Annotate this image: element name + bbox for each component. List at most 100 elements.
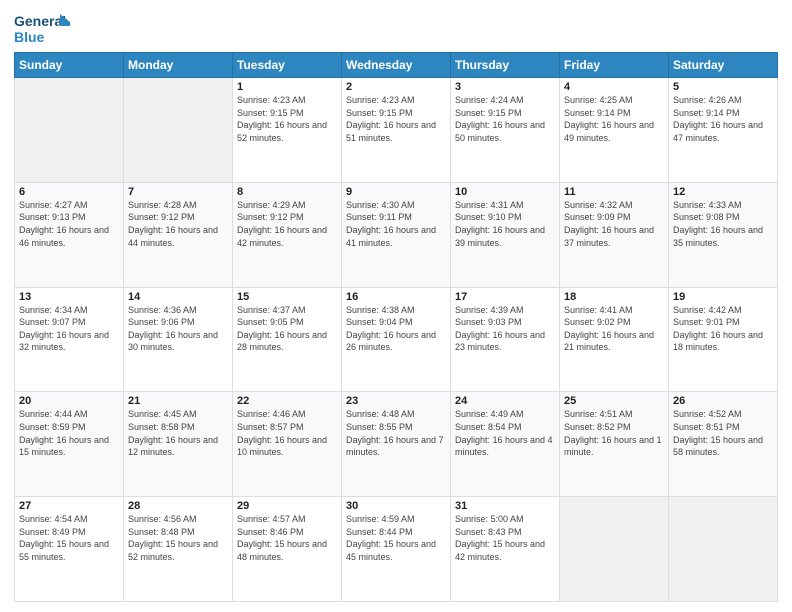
logo: GeneralBlue [14, 10, 72, 46]
day-number: 3 [455, 81, 555, 93]
day-info: Sunrise: 4:23 AM Sunset: 9:15 PM Dayligh… [346, 94, 446, 144]
calendar-cell: 27Sunrise: 4:54 AM Sunset: 8:49 PM Dayli… [15, 497, 124, 602]
weekday-header: Saturday [669, 53, 778, 78]
day-info: Sunrise: 4:41 AM Sunset: 9:02 PM Dayligh… [564, 304, 664, 354]
day-number: 16 [346, 291, 446, 303]
calendar-cell: 15Sunrise: 4:37 AM Sunset: 9:05 PM Dayli… [233, 287, 342, 392]
day-info: Sunrise: 4:27 AM Sunset: 9:13 PM Dayligh… [19, 199, 119, 249]
day-number: 22 [237, 395, 337, 407]
calendar-cell: 21Sunrise: 4:45 AM Sunset: 8:58 PM Dayli… [124, 392, 233, 497]
day-info: Sunrise: 4:24 AM Sunset: 9:15 PM Dayligh… [455, 94, 555, 144]
calendar-cell [124, 78, 233, 183]
day-number: 13 [19, 291, 119, 303]
svg-text:General: General [14, 13, 66, 29]
calendar-cell: 18Sunrise: 4:41 AM Sunset: 9:02 PM Dayli… [560, 287, 669, 392]
day-number: 11 [564, 186, 664, 198]
day-info: Sunrise: 4:28 AM Sunset: 9:12 PM Dayligh… [128, 199, 228, 249]
day-info: Sunrise: 4:25 AM Sunset: 9:14 PM Dayligh… [564, 94, 664, 144]
day-info: Sunrise: 4:38 AM Sunset: 9:04 PM Dayligh… [346, 304, 446, 354]
day-number: 12 [673, 186, 773, 198]
page-header: GeneralBlue [14, 10, 778, 46]
day-info: Sunrise: 4:52 AM Sunset: 8:51 PM Dayligh… [673, 408, 773, 458]
calendar-cell: 16Sunrise: 4:38 AM Sunset: 9:04 PM Dayli… [342, 287, 451, 392]
weekday-header: Friday [560, 53, 669, 78]
day-info: Sunrise: 5:00 AM Sunset: 8:43 PM Dayligh… [455, 513, 555, 563]
calendar-cell: 17Sunrise: 4:39 AM Sunset: 9:03 PM Dayli… [451, 287, 560, 392]
calendar-cell: 11Sunrise: 4:32 AM Sunset: 9:09 PM Dayli… [560, 182, 669, 287]
calendar-cell: 13Sunrise: 4:34 AM Sunset: 9:07 PM Dayli… [15, 287, 124, 392]
weekday-header: Thursday [451, 53, 560, 78]
calendar-cell: 30Sunrise: 4:59 AM Sunset: 8:44 PM Dayli… [342, 497, 451, 602]
day-number: 29 [237, 500, 337, 512]
calendar-cell: 9Sunrise: 4:30 AM Sunset: 9:11 PM Daylig… [342, 182, 451, 287]
calendar-cell: 8Sunrise: 4:29 AM Sunset: 9:12 PM Daylig… [233, 182, 342, 287]
calendar-cell: 3Sunrise: 4:24 AM Sunset: 9:15 PM Daylig… [451, 78, 560, 183]
day-number: 6 [19, 186, 119, 198]
calendar-header: SundayMondayTuesdayWednesdayThursdayFrid… [15, 53, 778, 78]
day-info: Sunrise: 4:33 AM Sunset: 9:08 PM Dayligh… [673, 199, 773, 249]
day-info: Sunrise: 4:44 AM Sunset: 8:59 PM Dayligh… [19, 408, 119, 458]
calendar-cell: 20Sunrise: 4:44 AM Sunset: 8:59 PM Dayli… [15, 392, 124, 497]
day-info: Sunrise: 4:45 AM Sunset: 8:58 PM Dayligh… [128, 408, 228, 458]
day-number: 30 [346, 500, 446, 512]
day-number: 28 [128, 500, 228, 512]
day-number: 9 [346, 186, 446, 198]
day-info: Sunrise: 4:49 AM Sunset: 8:54 PM Dayligh… [455, 408, 555, 458]
weekday-header: Wednesday [342, 53, 451, 78]
day-number: 21 [128, 395, 228, 407]
calendar-cell: 10Sunrise: 4:31 AM Sunset: 9:10 PM Dayli… [451, 182, 560, 287]
day-number: 20 [19, 395, 119, 407]
weekday-header: Tuesday [233, 53, 342, 78]
weekday-header: Sunday [15, 53, 124, 78]
calendar-table: SundayMondayTuesdayWednesdayThursdayFrid… [14, 52, 778, 602]
day-info: Sunrise: 4:32 AM Sunset: 9:09 PM Dayligh… [564, 199, 664, 249]
calendar-cell: 1Sunrise: 4:23 AM Sunset: 9:15 PM Daylig… [233, 78, 342, 183]
calendar-cell: 6Sunrise: 4:27 AM Sunset: 9:13 PM Daylig… [15, 182, 124, 287]
day-number: 14 [128, 291, 228, 303]
day-number: 27 [19, 500, 119, 512]
day-info: Sunrise: 4:34 AM Sunset: 9:07 PM Dayligh… [19, 304, 119, 354]
calendar-cell: 4Sunrise: 4:25 AM Sunset: 9:14 PM Daylig… [560, 78, 669, 183]
day-info: Sunrise: 4:42 AM Sunset: 9:01 PM Dayligh… [673, 304, 773, 354]
day-info: Sunrise: 4:56 AM Sunset: 8:48 PM Dayligh… [128, 513, 228, 563]
calendar-cell: 2Sunrise: 4:23 AM Sunset: 9:15 PM Daylig… [342, 78, 451, 183]
calendar-cell: 31Sunrise: 5:00 AM Sunset: 8:43 PM Dayli… [451, 497, 560, 602]
day-info: Sunrise: 4:48 AM Sunset: 8:55 PM Dayligh… [346, 408, 446, 458]
day-number: 7 [128, 186, 228, 198]
calendar-cell: 25Sunrise: 4:51 AM Sunset: 8:52 PM Dayli… [560, 392, 669, 497]
day-number: 19 [673, 291, 773, 303]
day-info: Sunrise: 4:59 AM Sunset: 8:44 PM Dayligh… [346, 513, 446, 563]
svg-text:Blue: Blue [14, 29, 45, 45]
calendar-cell: 5Sunrise: 4:26 AM Sunset: 9:14 PM Daylig… [669, 78, 778, 183]
calendar-cell: 12Sunrise: 4:33 AM Sunset: 9:08 PM Dayli… [669, 182, 778, 287]
calendar-cell: 28Sunrise: 4:56 AM Sunset: 8:48 PM Dayli… [124, 497, 233, 602]
day-number: 4 [564, 81, 664, 93]
day-number: 24 [455, 395, 555, 407]
calendar-cell: 26Sunrise: 4:52 AM Sunset: 8:51 PM Dayli… [669, 392, 778, 497]
day-info: Sunrise: 4:23 AM Sunset: 9:15 PM Dayligh… [237, 94, 337, 144]
calendar-cell [560, 497, 669, 602]
day-number: 25 [564, 395, 664, 407]
day-info: Sunrise: 4:39 AM Sunset: 9:03 PM Dayligh… [455, 304, 555, 354]
calendar-cell: 14Sunrise: 4:36 AM Sunset: 9:06 PM Dayli… [124, 287, 233, 392]
day-number: 23 [346, 395, 446, 407]
calendar-cell [669, 497, 778, 602]
calendar-cell [15, 78, 124, 183]
day-info: Sunrise: 4:51 AM Sunset: 8:52 PM Dayligh… [564, 408, 664, 458]
day-info: Sunrise: 4:54 AM Sunset: 8:49 PM Dayligh… [19, 513, 119, 563]
calendar-cell: 19Sunrise: 4:42 AM Sunset: 9:01 PM Dayli… [669, 287, 778, 392]
day-number: 15 [237, 291, 337, 303]
day-info: Sunrise: 4:26 AM Sunset: 9:14 PM Dayligh… [673, 94, 773, 144]
day-number: 10 [455, 186, 555, 198]
calendar-cell: 23Sunrise: 4:48 AM Sunset: 8:55 PM Dayli… [342, 392, 451, 497]
day-info: Sunrise: 4:31 AM Sunset: 9:10 PM Dayligh… [455, 199, 555, 249]
day-number: 8 [237, 186, 337, 198]
day-info: Sunrise: 4:46 AM Sunset: 8:57 PM Dayligh… [237, 408, 337, 458]
day-info: Sunrise: 4:29 AM Sunset: 9:12 PM Dayligh… [237, 199, 337, 249]
day-info: Sunrise: 4:37 AM Sunset: 9:05 PM Dayligh… [237, 304, 337, 354]
day-number: 17 [455, 291, 555, 303]
day-info: Sunrise: 4:36 AM Sunset: 9:06 PM Dayligh… [128, 304, 228, 354]
day-number: 18 [564, 291, 664, 303]
day-number: 1 [237, 81, 337, 93]
day-info: Sunrise: 4:57 AM Sunset: 8:46 PM Dayligh… [237, 513, 337, 563]
